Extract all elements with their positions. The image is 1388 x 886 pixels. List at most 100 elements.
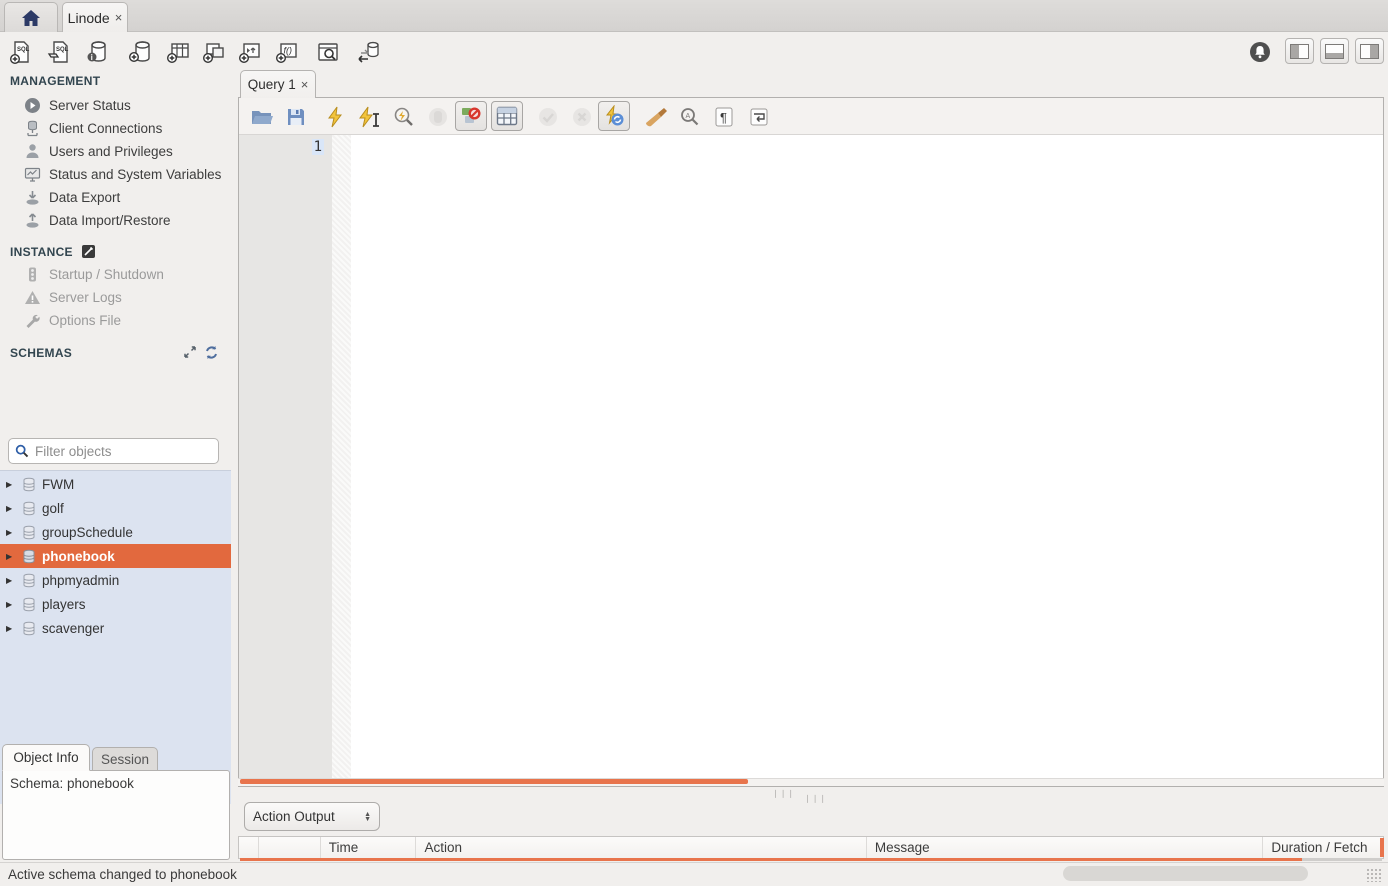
sidebar-item-status-variables[interactable]: Status and System Variables	[24, 163, 232, 186]
close-icon[interactable]: ×	[115, 10, 123, 25]
new-function-icon[interactable]: f()	[274, 39, 300, 65]
sidebar-item-users-privileges[interactable]: Users and Privileges	[24, 140, 232, 163]
query-tab[interactable]: Query 1 ×	[240, 70, 316, 98]
schema-row-phpmyadmin[interactable]: ▶ phpmyadmin	[0, 568, 231, 592]
splitter-grip[interactable]: ❘❘❘	[772, 789, 795, 798]
expander-icon[interactable]: ▶	[6, 600, 16, 609]
toggle-word-wrap-icon[interactable]	[746, 104, 772, 130]
output-selector[interactable]: Action Output ▲▼	[244, 802, 380, 831]
schema-row-players[interactable]: ▶ players	[0, 592, 231, 616]
schema-row-golf[interactable]: ▶ golf	[0, 496, 231, 520]
stop-query-icon[interactable]	[425, 104, 451, 130]
splitter-grip[interactable]: ❘❘❘	[804, 794, 827, 803]
schema-filter-input[interactable]	[35, 444, 212, 459]
schema-row-fwm[interactable]: ▶ FWM	[0, 472, 231, 496]
sidebar-item-server-logs[interactable]: Server Logs	[24, 286, 232, 309]
schema-row-scavenger[interactable]: ▶ scavenger	[0, 616, 231, 640]
toggle-stop-on-error-button[interactable]	[455, 101, 487, 131]
connection-tab-linode[interactable]: Linode ×	[62, 2, 128, 32]
sidebar-item-server-status[interactable]: Server Status	[24, 94, 232, 117]
svg-text:i: i	[91, 53, 93, 62]
output-vscrollbar-thumb[interactable]	[1380, 838, 1384, 857]
open-sql-script-icon[interactable]: SQL	[46, 39, 72, 65]
toggle-invisible-chars-icon[interactable]: ¶	[711, 104, 737, 130]
tab-session[interactable]: Session	[92, 747, 158, 771]
column-header-blank2[interactable]	[259, 837, 321, 858]
svg-text:SQL: SQL	[56, 47, 69, 53]
schema-filter	[8, 438, 219, 464]
new-schema-icon[interactable]	[128, 39, 154, 65]
execute-query-icon[interactable]	[323, 104, 349, 130]
limit-rows-button[interactable]	[491, 101, 523, 131]
expander-icon[interactable]: ▶	[6, 480, 16, 489]
schema-row-groupschedule[interactable]: ▶ groupSchedule	[0, 520, 231, 544]
object-info-text: Schema: phonebook	[10, 776, 134, 791]
find-panel-icon[interactable]: A	[677, 104, 703, 130]
tab-label: Object Info	[13, 750, 78, 765]
new-procedure-icon[interactable]	[237, 39, 263, 65]
sidebar-item-label: Startup / Shutdown	[49, 267, 164, 282]
mysql-workbench-window: Linode × SQL SQL i	[0, 0, 1388, 886]
new-view-icon[interactable]	[201, 39, 227, 65]
column-header-time[interactable]: Time	[321, 837, 417, 858]
column-header-blank1[interactable]	[239, 837, 259, 858]
editor-toolbar: A ¶	[239, 98, 1383, 135]
explain-query-icon[interactable]	[391, 104, 417, 130]
bottom-hscrollbar-thumb[interactable]	[1063, 866, 1308, 881]
schema-icon	[22, 621, 36, 636]
new-table-icon[interactable]	[165, 39, 191, 65]
server-logs-icon	[24, 289, 41, 306]
toggle-left-panel-button[interactable]	[1285, 38, 1314, 64]
expander-icon[interactable]: ▶	[6, 504, 16, 513]
toggle-bottom-panel-button[interactable]	[1320, 38, 1349, 64]
home-tab[interactable]	[4, 2, 58, 32]
sidebar-item-options-file[interactable]: Options File	[24, 309, 232, 332]
status-message: Active schema changed to phonebook	[8, 867, 237, 882]
schema-inspector-icon[interactable]: i	[85, 39, 111, 65]
expand-schemas-icon[interactable]	[183, 345, 199, 361]
expander-icon[interactable]: ▶	[6, 552, 16, 561]
search-table-data-icon[interactable]	[315, 39, 341, 65]
open-file-icon[interactable]	[249, 104, 275, 130]
main-toolbar: SQL SQL i f()	[0, 32, 1388, 70]
schema-icon	[22, 573, 36, 588]
stop-on-error-icon	[460, 105, 482, 127]
output-selector-value: Action Output	[253, 809, 335, 824]
column-header-message[interactable]: Message	[867, 837, 1264, 858]
combo-arrows-icon: ▲▼	[364, 812, 371, 822]
refresh-schemas-icon[interactable]	[204, 345, 220, 361]
column-header-action[interactable]: Action	[416, 837, 866, 858]
output-table-header: Time Action Message Duration / Fetch	[238, 836, 1384, 859]
close-icon[interactable]: ×	[301, 77, 309, 92]
tab-object-info[interactable]: Object Info	[2, 744, 90, 771]
commit-icon[interactable]	[535, 104, 561, 130]
beautify-script-icon[interactable]	[643, 104, 669, 130]
reconnect-dbms-icon[interactable]	[355, 39, 381, 65]
schema-row-phonebook[interactable]: ▶ phonebook	[0, 544, 231, 568]
sidebar-item-data-import[interactable]: Data Import/Restore	[24, 209, 232, 232]
rollback-icon[interactable]	[569, 104, 595, 130]
sidebar-item-data-export[interactable]: Data Export	[24, 186, 232, 209]
query-tab-label: Query 1	[248, 77, 296, 92]
window-resize-grip[interactable]	[1366, 868, 1382, 882]
sidebar-item-startup-shutdown[interactable]: Startup / Shutdown	[24, 263, 232, 286]
expander-icon[interactable]: ▶	[6, 528, 16, 537]
object-info-content: Schema: phonebook	[2, 770, 230, 860]
expander-icon[interactable]: ▶	[6, 576, 16, 585]
execute-current-statement-icon[interactable]	[357, 104, 383, 130]
expander-icon[interactable]: ▶	[6, 624, 16, 633]
output-header-separator	[1302, 858, 1382, 861]
svg-text:¶: ¶	[720, 110, 727, 125]
svg-text:A: A	[686, 113, 691, 120]
save-script-icon[interactable]	[283, 104, 309, 130]
notification-icon[interactable]	[1247, 39, 1273, 65]
toggle-autocommit-button[interactable]	[598, 101, 630, 131]
toggle-right-panel-button[interactable]	[1355, 38, 1384, 64]
sidebar-item-client-connections[interactable]: Client Connections	[24, 117, 232, 140]
sidebar-item-label: Status and System Variables	[49, 167, 221, 182]
editor-hscrollbar-thumb[interactable]	[240, 779, 748, 784]
new-sql-tab-icon[interactable]: SQL	[8, 39, 34, 65]
column-header-duration[interactable]: Duration / Fetch	[1263, 837, 1383, 858]
sidebar-item-label: Options File	[49, 313, 121, 328]
sql-editor-text-area[interactable]	[351, 135, 1383, 781]
